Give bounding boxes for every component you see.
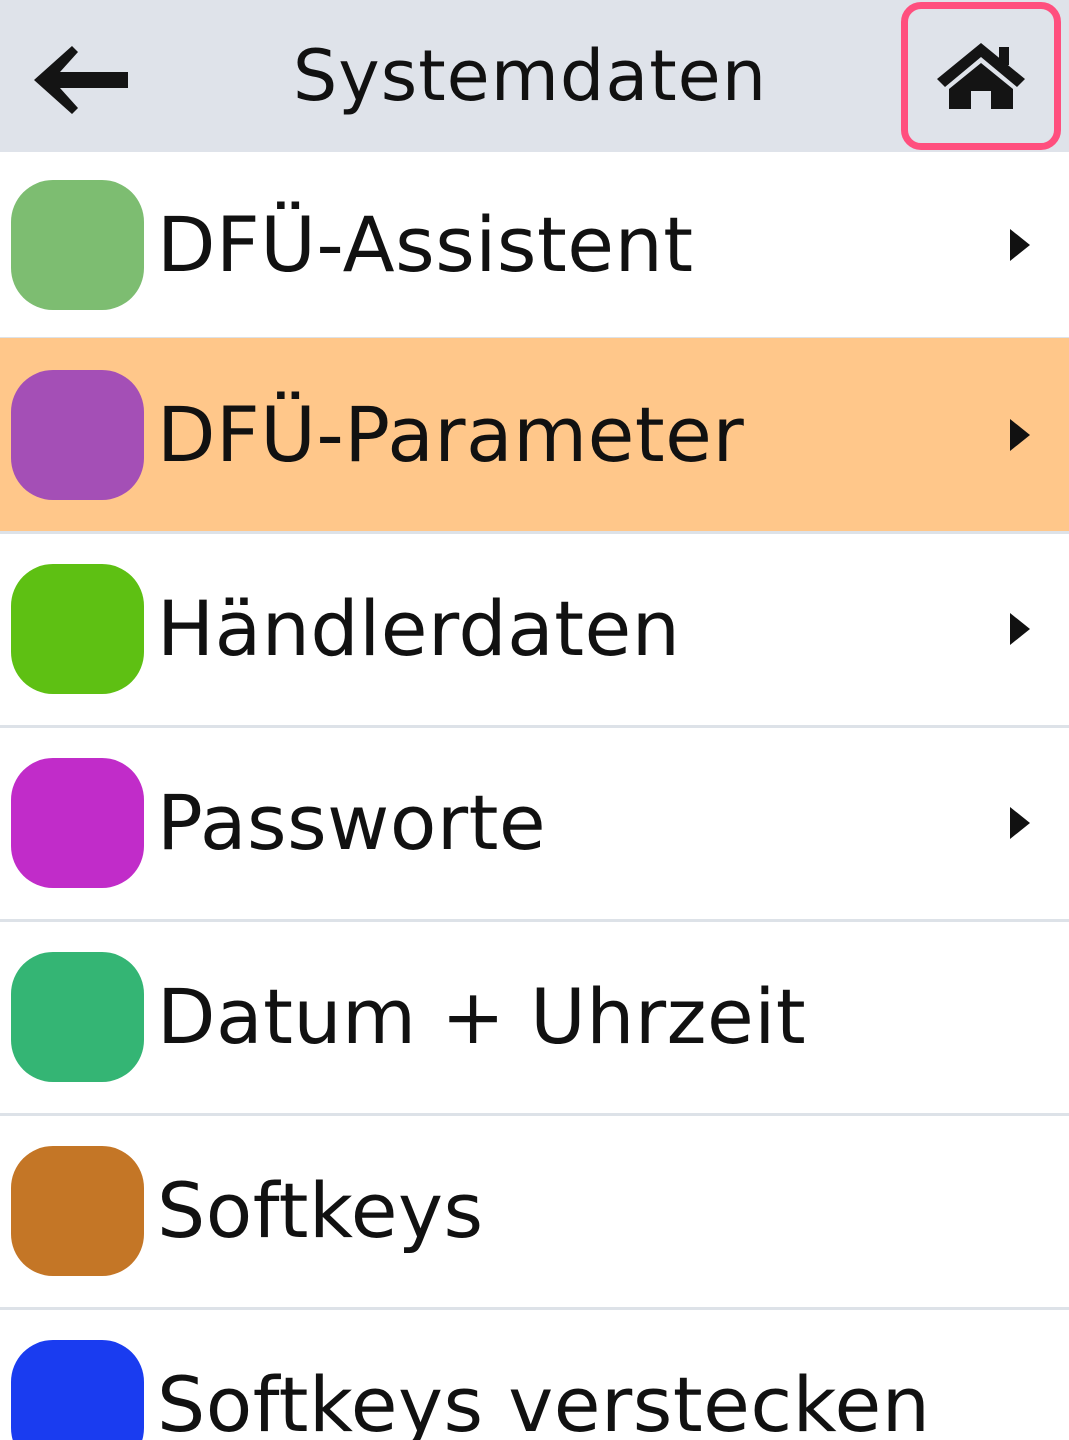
menu-item[interactable]: Händlerdaten bbox=[0, 532, 1069, 726]
menu-item[interactable]: Softkeys verstecken bbox=[0, 1308, 1069, 1440]
color-swatch bbox=[11, 1146, 144, 1276]
home-icon bbox=[937, 43, 1025, 109]
header-bar: Systemdaten bbox=[0, 0, 1069, 152]
arrow-left-icon bbox=[34, 46, 128, 114]
chevron-right-icon bbox=[1010, 613, 1030, 645]
menu-item-label: Softkeys verstecken bbox=[157, 1360, 931, 1440]
color-swatch bbox=[11, 1340, 144, 1440]
color-swatch bbox=[11, 564, 144, 694]
menu-item-label: DFÜ-Parameter bbox=[157, 390, 745, 479]
chevron-right-icon bbox=[1010, 419, 1030, 451]
color-swatch bbox=[11, 370, 144, 500]
back-button[interactable] bbox=[22, 30, 142, 130]
menu-item-label: DFÜ-Assistent bbox=[157, 200, 694, 289]
color-swatch bbox=[11, 180, 144, 310]
color-swatch bbox=[11, 758, 144, 888]
menu-item[interactable]: DFÜ-Parameter bbox=[0, 338, 1069, 532]
menu-item-label: Datum + Uhrzeit bbox=[157, 972, 807, 1061]
menu-item-label: Händlerdaten bbox=[157, 584, 681, 673]
page-title: Systemdaten bbox=[292, 35, 768, 117]
chevron-right-icon bbox=[1010, 807, 1030, 839]
menu-item-label: Softkeys bbox=[157, 1166, 484, 1255]
color-swatch bbox=[11, 952, 144, 1082]
screen: Systemdaten DFÜ-Assistent DFÜ-Parameter Hä… bbox=[0, 0, 1069, 1440]
chevron-right-icon bbox=[1010, 229, 1030, 261]
menu-item[interactable]: Passworte bbox=[0, 726, 1069, 920]
home-button[interactable] bbox=[901, 2, 1061, 150]
menu-item[interactable]: Softkeys bbox=[0, 1114, 1069, 1308]
menu-item[interactable]: Datum + Uhrzeit bbox=[0, 920, 1069, 1114]
menu-item[interactable]: DFÜ-Assistent bbox=[0, 152, 1069, 338]
menu-item-label: Passworte bbox=[157, 778, 547, 867]
